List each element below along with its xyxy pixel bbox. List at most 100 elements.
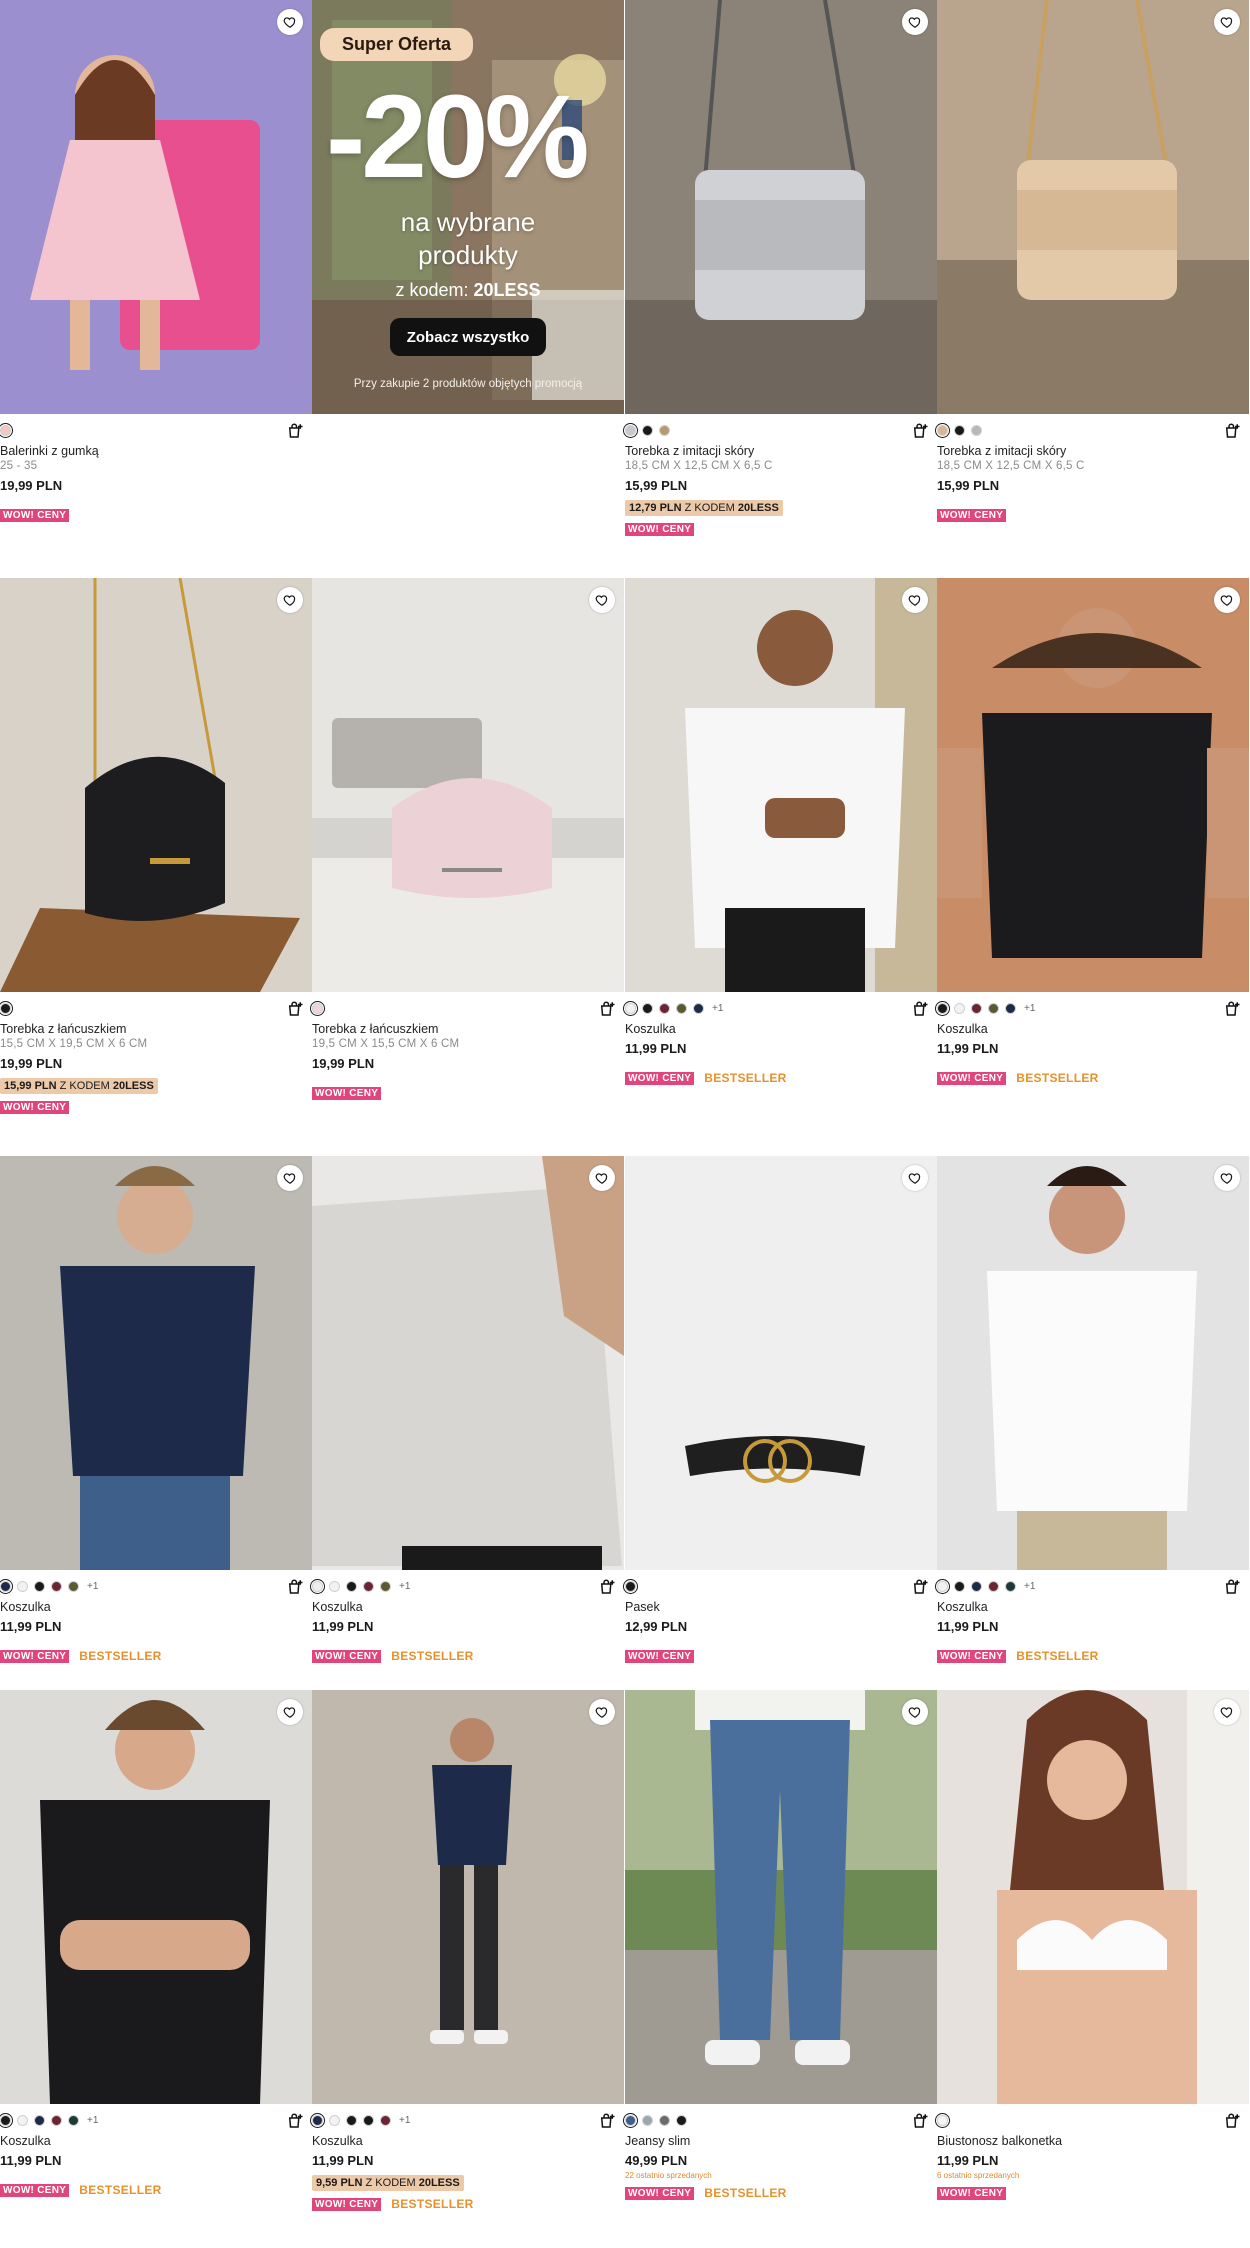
color-swatch[interactable]	[937, 1580, 948, 1592]
color-swatch[interactable]	[642, 2114, 653, 2126]
color-swatch[interactable]	[954, 1580, 965, 1592]
add-to-cart-icon[interactable]	[911, 1578, 929, 1596]
color-swatch[interactable]	[51, 1580, 62, 1592]
color-swatch[interactable]	[642, 1002, 653, 1014]
color-swatch[interactable]	[363, 1580, 374, 1592]
heart-icon[interactable]	[1214, 1699, 1240, 1725]
color-swatch[interactable]	[971, 424, 982, 436]
add-to-cart-icon[interactable]	[598, 2112, 616, 2130]
product-card[interactable]: +1 Koszulka 11,99 PLN WOW! CENY BESTSELLER	[0, 1156, 312, 1663]
color-swatch[interactable]	[659, 424, 670, 436]
color-swatch[interactable]	[625, 424, 636, 436]
product-name[interactable]: Torebka z imitacji skóry	[937, 443, 1249, 459]
product-name[interactable]: Jeansy slim	[625, 2133, 937, 2149]
color-swatch[interactable]	[1005, 1580, 1016, 1592]
color-swatch[interactable]	[625, 1002, 636, 1014]
product-name[interactable]: Koszulka	[625, 1021, 937, 1037]
color-swatch[interactable]	[380, 1580, 391, 1592]
color-swatch[interactable]	[693, 1002, 704, 1014]
more-colors-count[interactable]: +1	[399, 2115, 410, 2126]
color-swatch[interactable]	[380, 2114, 391, 2126]
product-image[interactable]	[937, 578, 1249, 992]
product-card[interactable]: Torebka z łańcuszkiem 15,5 CM X 19,5 CM X…	[0, 578, 312, 1114]
heart-icon[interactable]	[277, 587, 303, 613]
add-to-cart-icon[interactable]	[286, 422, 304, 440]
product-name[interactable]: Balerinki z gumką	[0, 443, 312, 459]
heart-icon[interactable]	[589, 1165, 615, 1191]
color-swatch[interactable]	[312, 1002, 323, 1014]
color-swatch[interactable]	[329, 1580, 340, 1592]
add-to-cart-icon[interactable]	[1223, 2112, 1241, 2130]
product-name[interactable]: Koszulka	[312, 1599, 624, 1615]
heart-icon[interactable]	[902, 9, 928, 35]
color-swatch[interactable]	[346, 2114, 357, 2126]
color-swatch[interactable]	[625, 1580, 636, 1592]
add-to-cart-icon[interactable]	[911, 422, 929, 440]
color-swatch[interactable]	[312, 1580, 323, 1592]
color-swatch[interactable]	[0, 424, 11, 436]
product-name[interactable]: Koszulka	[312, 2133, 624, 2149]
product-image[interactable]	[312, 578, 624, 992]
color-swatch[interactable]	[0, 1580, 11, 1592]
promo-banner[interactable]: Super Oferta -20% na wybrane produkty z …	[312, 0, 624, 414]
product-name[interactable]: Koszulka	[0, 2133, 312, 2149]
more-colors-count[interactable]: +1	[1024, 1003, 1035, 1014]
color-swatch[interactable]	[971, 1002, 982, 1014]
color-swatch[interactable]	[17, 1580, 28, 1592]
product-image[interactable]	[0, 1690, 312, 2104]
product-name[interactable]: Pasek	[625, 1599, 937, 1615]
add-to-cart-icon[interactable]	[286, 1000, 304, 1018]
product-name[interactable]: Koszulka	[0, 1599, 312, 1615]
color-swatch[interactable]	[954, 1002, 965, 1014]
color-swatch[interactable]	[17, 2114, 28, 2126]
color-swatch[interactable]	[34, 1580, 45, 1592]
product-card[interactable]: Pasek 12,99 PLN WOW! CENY	[625, 1156, 937, 1663]
color-swatch[interactable]	[971, 1580, 982, 1592]
color-swatch[interactable]	[988, 1580, 999, 1592]
color-swatch[interactable]	[329, 2114, 340, 2126]
product-name[interactable]: Biustonosz balkonetka	[937, 2133, 1249, 2149]
color-swatch[interactable]	[1005, 1002, 1016, 1014]
product-image[interactable]	[0, 1156, 312, 1570]
color-swatch[interactable]	[312, 2114, 323, 2126]
add-to-cart-icon[interactable]	[911, 1000, 929, 1018]
product-name[interactable]: Koszulka	[937, 1021, 1249, 1037]
product-card[interactable]: Torebka z łańcuszkiem 19,5 CM X 15,5 CM X…	[312, 578, 624, 1100]
color-swatch[interactable]	[0, 1002, 11, 1014]
product-image[interactable]	[625, 1156, 937, 1570]
color-swatch[interactable]	[0, 2114, 11, 2126]
more-colors-count[interactable]: +1	[87, 1581, 98, 1592]
product-card[interactable]: Torebka z imitacji skóry 18,5 CM X 12,5 C…	[937, 0, 1249, 522]
more-colors-count[interactable]: +1	[712, 1003, 723, 1014]
color-swatch[interactable]	[625, 2114, 636, 2126]
more-colors-count[interactable]: +1	[87, 2115, 98, 2126]
color-swatch[interactable]	[68, 2114, 79, 2126]
color-swatch[interactable]	[659, 1002, 670, 1014]
product-name[interactable]: Torebka z łańcuszkiem	[312, 1021, 624, 1037]
color-swatch[interactable]	[363, 2114, 374, 2126]
heart-icon[interactable]	[902, 1165, 928, 1191]
see-all-button[interactable]: Zobacz wszystko	[390, 318, 546, 356]
product-image[interactable]	[312, 1690, 624, 2104]
product-image[interactable]	[937, 1156, 1249, 1570]
product-card[interactable]: +1 Koszulka 11,99 PLN WOW! CENY BESTSELLER	[312, 1156, 624, 1663]
color-swatch[interactable]	[676, 2114, 687, 2126]
product-image[interactable]	[0, 578, 312, 992]
product-image[interactable]	[625, 1690, 937, 2104]
add-to-cart-icon[interactable]	[286, 1578, 304, 1596]
product-card[interactable]: Biustonosz balkonetka 11,99 PLN 6 ostatnio…	[937, 1690, 1249, 2200]
heart-icon[interactable]	[902, 587, 928, 613]
add-to-cart-icon[interactable]	[1223, 1000, 1241, 1018]
add-to-cart-icon[interactable]	[598, 1578, 616, 1596]
color-swatch[interactable]	[642, 424, 653, 436]
heart-icon[interactable]	[277, 1699, 303, 1725]
product-card[interactable]: +1 Koszulka 11,99 PLN WOW! CENY BESTSELLER	[937, 578, 1249, 1085]
product-name[interactable]: Koszulka	[937, 1599, 1249, 1615]
add-to-cart-icon[interactable]	[911, 2112, 929, 2130]
color-swatch[interactable]	[51, 2114, 62, 2126]
add-to-cart-icon[interactable]	[598, 1000, 616, 1018]
product-card[interactable]: Balerinki z gumką 25 - 35 19,99 PLN WOW! CE…	[0, 0, 312, 522]
heart-icon[interactable]	[902, 1699, 928, 1725]
product-image[interactable]	[937, 1690, 1249, 2104]
add-to-cart-icon[interactable]	[286, 2112, 304, 2130]
